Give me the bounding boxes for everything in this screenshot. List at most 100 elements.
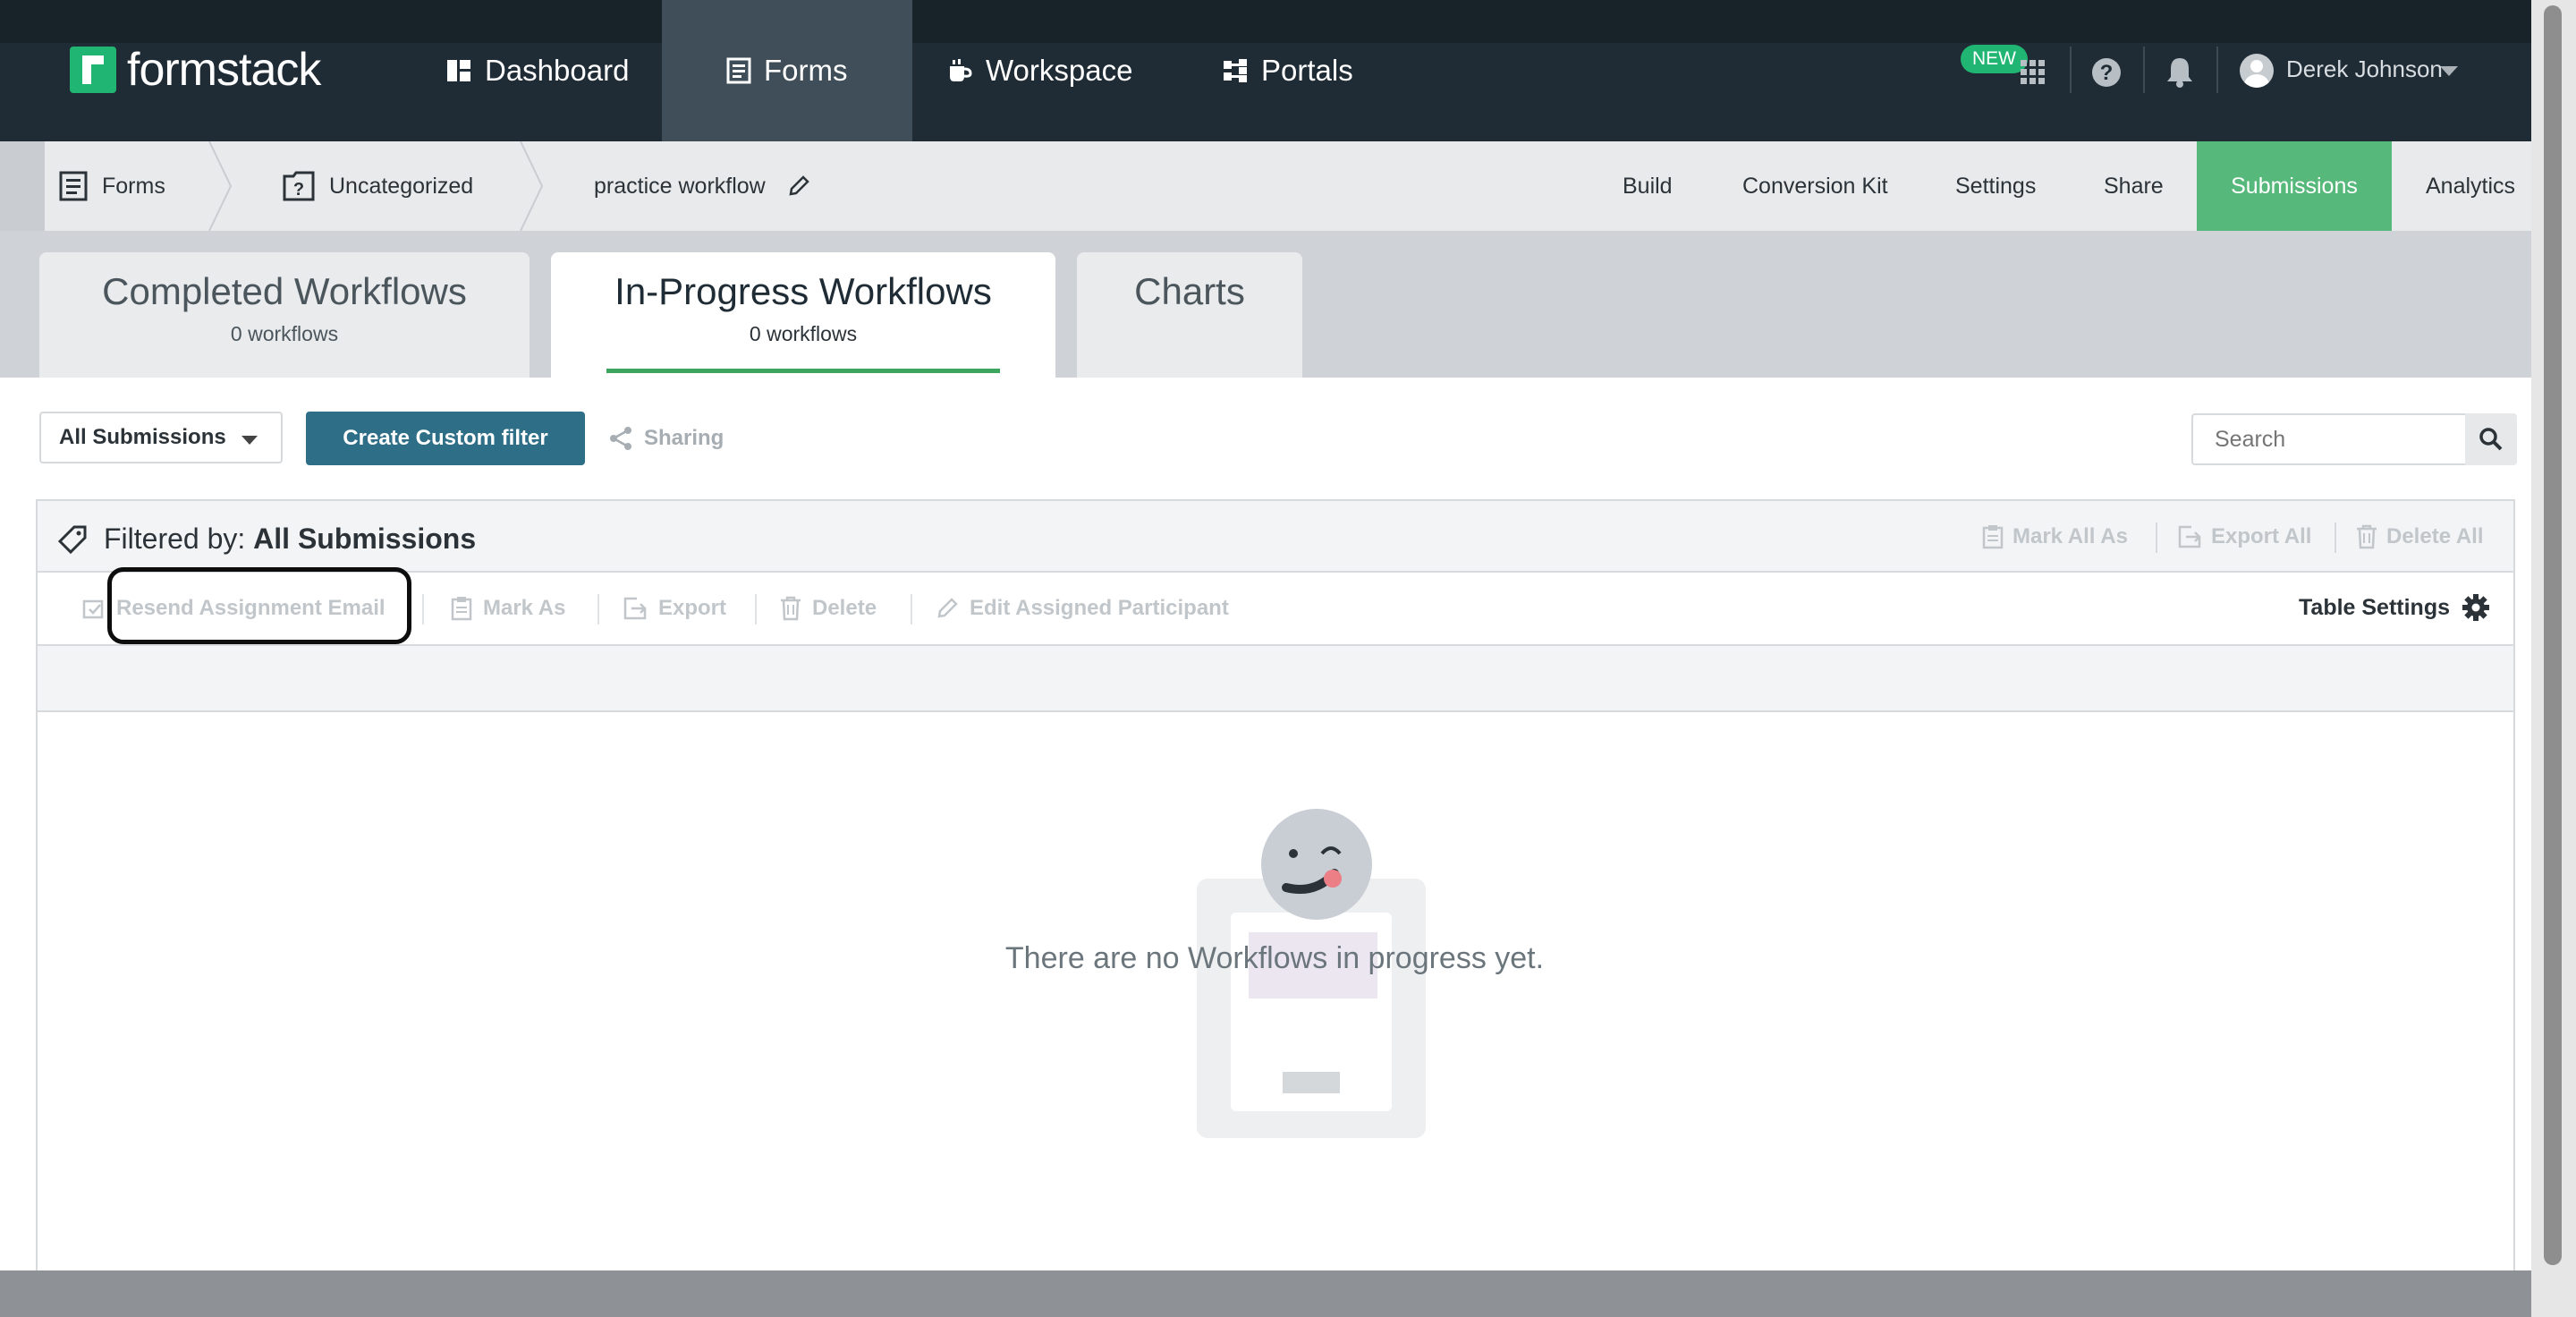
forms-icon xyxy=(726,57,751,84)
tab-charts[interactable]: Charts xyxy=(1077,252,1302,379)
nav-item-dashboard[interactable]: Dashboard xyxy=(445,0,629,141)
empty-state-message: There are no Workflows in progress yet. xyxy=(1004,941,1545,975)
breadcrumb-forms[interactable]: Forms xyxy=(59,141,165,231)
apps-grid-icon[interactable] xyxy=(2020,59,2046,86)
active-tab-indicator xyxy=(606,369,1000,373)
sharing-button[interactable]: Sharing xyxy=(608,419,724,458)
tab-title: Completed Workflows xyxy=(102,270,467,312)
edit-assigned-participant-button[interactable]: Edit Assigned Participant xyxy=(936,596,1229,621)
formstack-logo[interactable]: formstack xyxy=(70,44,321,96)
export-all-button[interactable]: Export All xyxy=(2177,524,2311,549)
top-navigation: formstack Dashboard Forms Workspace Port… xyxy=(0,0,2576,141)
divider xyxy=(597,594,599,625)
bulk-label: Delete All xyxy=(2386,524,2484,548)
svg-text:?: ? xyxy=(2100,61,2114,85)
share-icon xyxy=(610,427,631,450)
table-settings-button[interactable]: Table Settings xyxy=(2299,594,2490,621)
tab-title: In-Progress Workflows xyxy=(614,270,992,312)
breadcrumb-label: Uncategorized xyxy=(329,173,474,199)
tab-in-progress-workflows[interactable]: In-Progress Workflows 0 workflows xyxy=(551,252,1055,379)
pencil-icon xyxy=(937,598,958,618)
export-icon xyxy=(2178,525,2201,548)
tag-icon xyxy=(57,525,87,555)
tab-build[interactable]: Build xyxy=(1623,141,1673,231)
divider xyxy=(2156,523,2157,553)
tab-conversion-kit[interactable]: Conversion Kit xyxy=(1742,141,1888,231)
bottom-overlay xyxy=(0,1270,2531,1317)
create-custom-filter-button[interactable]: Create Custom filter xyxy=(306,412,585,465)
row-actions-toolbar: Resend Assignment Email Mark As Export D… xyxy=(38,567,2513,646)
svg-text:?: ? xyxy=(293,180,304,200)
tab-title: Charts xyxy=(1134,270,1245,312)
export-icon xyxy=(623,597,647,620)
action-label: Delete xyxy=(812,596,877,620)
forms-icon xyxy=(59,171,88,201)
breadcrumb-separator xyxy=(520,141,544,231)
mark-all-as-button[interactable]: Mark All As xyxy=(1982,524,2128,549)
nav-label: Forms xyxy=(764,54,848,87)
panel-header: Filtered by: All Submissions Mark All As… xyxy=(38,501,2513,573)
submissions-main: All Submissions Create Custom filter Sha… xyxy=(0,378,2531,1317)
help-icon[interactable]: ? xyxy=(2091,57,2122,88)
divider xyxy=(2334,523,2336,553)
logo-text: formstack xyxy=(127,44,321,96)
workspace-icon xyxy=(950,59,972,81)
nav-item-forms[interactable]: Forms xyxy=(662,0,912,141)
divider xyxy=(422,594,424,625)
search-input[interactable] xyxy=(2191,413,2465,465)
nav-divider xyxy=(2143,47,2145,93)
breadcrumb-form-name[interactable]: practice workflow xyxy=(594,141,810,231)
folder-question-icon: ? xyxy=(283,171,315,201)
breadcrumb-uncategorized[interactable]: ? Uncategorized xyxy=(283,141,473,231)
bulk-label: Export All xyxy=(2211,524,2312,548)
new-badge: NEW xyxy=(1961,45,2028,73)
breadcrumb-label: practice workflow xyxy=(594,173,766,199)
filtered-value: All Submissions xyxy=(253,523,477,555)
workflow-tabs: Completed Workflows 0 workflows In-Progr… xyxy=(0,231,2531,379)
app-window: formstack Dashboard Forms Workspace Port… xyxy=(0,0,2576,1317)
chevron-down-icon xyxy=(242,436,258,445)
nav-item-workspace[interactable]: Workspace xyxy=(946,0,1132,141)
tab-share[interactable]: Share xyxy=(2104,141,2164,231)
action-label: Export xyxy=(658,596,727,620)
nav-label: Dashboard xyxy=(485,54,630,87)
bell-icon[interactable] xyxy=(2165,55,2195,88)
delete-button[interactable]: Delete xyxy=(780,596,877,621)
nav-divider xyxy=(2216,47,2218,93)
mark-as-button[interactable]: Mark As xyxy=(451,596,565,621)
nav-item-portals[interactable]: Portals xyxy=(1222,0,1353,141)
avatar[interactable] xyxy=(2240,54,2274,88)
table-settings-label: Table Settings xyxy=(2299,594,2451,620)
trash-icon xyxy=(781,596,801,621)
dashboard-icon xyxy=(447,60,470,81)
clipboard-icon xyxy=(451,597,472,621)
tab-submissions[interactable]: Submissions xyxy=(2197,141,2392,231)
breadcrumb-label: Forms xyxy=(102,173,165,199)
tab-count: 0 workflows xyxy=(230,322,339,345)
divider xyxy=(911,594,912,625)
filter-select-value: All Submissions xyxy=(59,425,226,449)
tab-completed-workflows[interactable]: Completed Workflows 0 workflows xyxy=(39,252,530,379)
pencil-icon[interactable] xyxy=(787,174,810,198)
scrollbar[interactable] xyxy=(2531,0,2576,1317)
export-button[interactable]: Export xyxy=(623,596,726,621)
filtered-by: Filtered by: All Submissions xyxy=(104,523,476,556)
portals-icon xyxy=(1224,59,1247,82)
filter-select[interactable]: All Submissions xyxy=(39,412,283,463)
action-label: Mark As xyxy=(483,596,566,620)
search-icon xyxy=(2479,428,2503,451)
nav-divider xyxy=(2070,47,2072,93)
gear-icon xyxy=(2462,594,2490,621)
bulk-label: Mark All As xyxy=(2012,524,2128,548)
sharing-label: Sharing xyxy=(644,426,724,450)
search-button[interactable] xyxy=(2465,413,2517,465)
delete-all-button[interactable]: Delete All xyxy=(2356,524,2483,549)
tab-settings[interactable]: Settings xyxy=(1955,141,2036,231)
user-name[interactable]: Derek Johnson xyxy=(2286,55,2443,83)
tab-count: 0 workflows xyxy=(749,322,858,345)
chevron-down-icon[interactable] xyxy=(2440,66,2458,76)
scrollbar-thumb[interactable] xyxy=(2544,5,2562,1265)
submissions-panel: Filtered by: All Submissions Mark All As… xyxy=(36,499,2515,1317)
clipboard-icon xyxy=(1982,525,2004,549)
tab-analytics[interactable]: Analytics xyxy=(2426,141,2515,231)
